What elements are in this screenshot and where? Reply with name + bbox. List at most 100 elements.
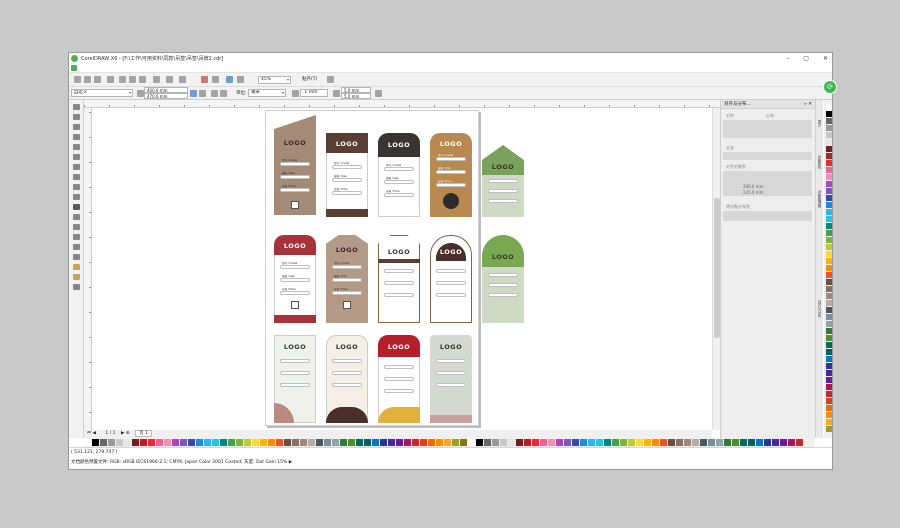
minimize-button[interactable]: – (786, 55, 789, 62)
color-swatch[interactable] (826, 349, 832, 355)
color-swatch[interactable] (196, 439, 203, 446)
tab-object-properties[interactable]: 对象属性 (817, 155, 823, 185)
outline-tool-icon[interactable] (73, 264, 80, 270)
crop-tool-icon[interactable] (73, 124, 80, 130)
color-swatch[interactable] (826, 412, 832, 418)
color-swatch[interactable] (332, 439, 339, 446)
duplicate-y-input[interactable]: 5.0 mm (341, 93, 371, 99)
eyedropper-tool-icon[interactable] (73, 254, 80, 260)
hang-tag[interactable]: LOGO (482, 235, 524, 323)
treat-as-filled-icon[interactable] (375, 90, 382, 97)
color-swatch[interactable] (220, 439, 227, 446)
color-swatch[interactable] (826, 272, 832, 278)
color-swatch[interactable] (444, 439, 451, 446)
color-swatch[interactable] (516, 439, 523, 446)
color-swatch[interactable] (548, 439, 555, 446)
color-swatch[interactable] (356, 439, 363, 446)
color-swatch[interactable] (826, 363, 832, 369)
color-swatch[interactable] (732, 439, 739, 446)
hang-tag[interactable]: LOGO (326, 335, 368, 423)
page-preset-select[interactable]: 自定义 ▾ (71, 89, 133, 97)
color-swatch[interactable] (316, 439, 323, 446)
color-swatch[interactable] (826, 188, 832, 194)
color-swatch[interactable] (380, 439, 387, 446)
color-swatch[interactable] (826, 125, 832, 131)
color-swatch[interactable] (772, 439, 779, 446)
color-swatch[interactable] (826, 153, 832, 159)
pick-tool-icon[interactable] (73, 104, 80, 110)
color-swatch[interactable] (236, 439, 243, 446)
close-button[interactable]: ✕ (823, 55, 828, 62)
basic-shapes-icon[interactable] (73, 194, 80, 200)
color-swatch[interactable] (428, 439, 435, 446)
smart-fill-icon[interactable] (73, 154, 80, 160)
color-swatch[interactable] (276, 439, 283, 446)
page-tab[interactable]: 页 1 (135, 430, 152, 437)
landscape-icon[interactable] (199, 90, 206, 97)
all-pages-icon[interactable] (211, 90, 218, 97)
hang-tag[interactable]: LOGO 型号 / model 规格 / Size 价格 / Price (326, 133, 368, 217)
color-swatch[interactable] (396, 439, 403, 446)
add-page-button[interactable]: ⊕ (126, 431, 130, 436)
freehand-tool-icon[interactable] (73, 144, 80, 150)
color-swatch[interactable] (660, 439, 667, 446)
color-swatch[interactable] (826, 167, 832, 173)
color-swatch[interactable] (826, 384, 832, 390)
color-swatch[interactable] (826, 356, 832, 362)
nudge-input[interactable]: .1 mm (300, 89, 328, 97)
color-swatch[interactable] (826, 419, 832, 425)
color-swatch[interactable] (348, 439, 355, 446)
color-swatch[interactable] (556, 439, 563, 446)
color-swatch[interactable] (788, 439, 795, 446)
color-swatch[interactable] (252, 439, 259, 446)
hang-tag[interactable]: LOGO (430, 235, 472, 323)
shape-tool-icon[interactable] (73, 114, 80, 120)
color-swatch[interactable] (156, 439, 163, 446)
color-swatch[interactable] (826, 370, 832, 376)
color-swatch[interactable] (372, 439, 379, 446)
color-swatch[interactable] (826, 342, 832, 348)
open-icon[interactable] (84, 76, 91, 83)
color-swatch[interactable] (756, 439, 763, 446)
color-swatch[interactable] (484, 439, 491, 446)
color-swatch[interactable] (636, 439, 643, 446)
color-swatch[interactable] (596, 439, 603, 446)
color-swatch[interactable] (826, 181, 832, 187)
color-swatch[interactable] (148, 439, 155, 446)
color-swatch[interactable] (492, 439, 499, 446)
vertical-scrollbar[interactable] (712, 108, 720, 430)
color-swatch[interactable] (826, 111, 832, 117)
color-swatch[interactable] (826, 321, 832, 327)
color-swatch[interactable] (668, 439, 675, 446)
color-swatch[interactable] (172, 439, 179, 446)
import-icon[interactable] (201, 76, 208, 83)
color-swatch[interactable] (826, 391, 832, 397)
text-tool-icon[interactable] (73, 204, 80, 210)
color-swatch[interactable] (620, 439, 627, 446)
color-swatch[interactable] (188, 439, 195, 446)
color-swatch[interactable] (212, 439, 219, 446)
application-launcher-icon[interactable] (237, 76, 244, 83)
color-swatch[interactable] (364, 439, 371, 446)
cut-icon[interactable] (119, 76, 126, 83)
color-swatch[interactable] (228, 439, 235, 446)
color-swatch[interactable] (826, 286, 832, 292)
hang-tag[interactable]: LOGO (378, 335, 420, 423)
export-icon[interactable] (212, 76, 219, 83)
horizontal-scrollbar[interactable] (274, 430, 712, 438)
hang-tag[interactable]: LOGO (378, 235, 420, 323)
color-swatch[interactable] (132, 439, 139, 446)
color-swatch[interactable] (826, 293, 832, 299)
color-swatch[interactable] (540, 439, 547, 446)
color-swatch[interactable] (826, 265, 832, 271)
color-swatch[interactable] (826, 279, 832, 285)
color-swatch[interactable] (644, 439, 651, 446)
position-x[interactable]: 200.0 mm (743, 184, 764, 189)
color-swatch[interactable] (476, 439, 483, 446)
color-swatch[interactable] (826, 258, 832, 264)
hang-tag[interactable]: LOGO 型号 / model 规格 / Size 价格 / Price (274, 235, 316, 323)
document-page[interactable]: LOGO 型号 / model 规格 / Size 价格 / Price LOG… (265, 110, 524, 426)
color-swatch[interactable] (268, 439, 275, 446)
align-buttons-panel[interactable] (723, 120, 812, 138)
color-swatch[interactable] (204, 439, 211, 446)
